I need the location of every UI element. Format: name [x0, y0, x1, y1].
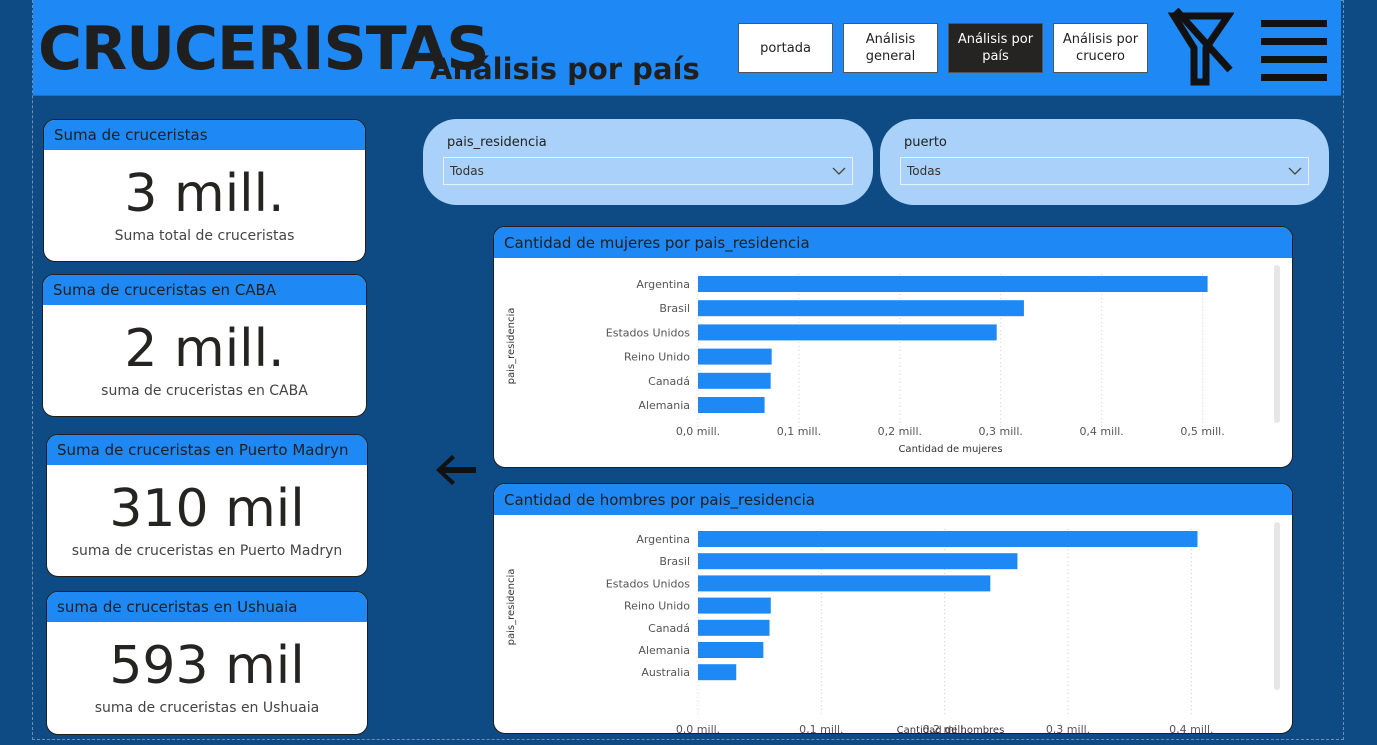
kpi-card-label: suma de cruceristas en CABA — [101, 383, 308, 399]
chart-hombres-por-pais: Cantidad de hombres por pais_residencia … — [493, 483, 1293, 734]
kpi-card-value: 2 mill. — [124, 319, 285, 379]
chart-title: Cantidad de hombres por pais_residencia — [494, 484, 1292, 515]
x-tick-label: 0,4 mill. — [1169, 723, 1213, 734]
bar-reino-unido — [698, 597, 771, 614]
kpi-card-total: Suma de cruceristas 3 mill. Suma total d… — [43, 119, 366, 262]
slicer-dropdown-puerto[interactable]: Todas — [900, 157, 1309, 185]
kpi-card-value: 310 mil — [109, 479, 305, 539]
x-tick-label: 0,3 mill. — [979, 425, 1023, 438]
kpi-card-caba: Suma de cruceristas en CABA 2 mill. suma… — [42, 274, 367, 417]
kpi-card-label: suma de cruceristas en Ushuaia — [94, 700, 320, 716]
bar-argentina — [698, 276, 1208, 292]
slicer-title: pais_residencia — [447, 135, 547, 150]
bar-alemania — [698, 397, 765, 413]
x-axis-title: Cantidad de hombres — [897, 725, 1005, 734]
bar-argentina — [698, 531, 1198, 547]
y-category-label: Reino Unido — [624, 351, 690, 364]
x-axis-title: Cantidad de mujeres — [898, 444, 1002, 455]
slicer-value: Todas — [907, 164, 941, 178]
x-tick-label: 0,2 mill. — [878, 425, 922, 438]
kpi-card-ushuaia: suma de cruceristas en Ushuaia 593 mil s… — [46, 591, 368, 735]
slicer-title: puerto — [904, 135, 947, 150]
y-category-label: Argentina — [636, 533, 690, 546]
slicer-value: Todas — [450, 164, 484, 178]
kpi-card-title: Suma de cruceristas — [44, 120, 365, 150]
bar-reino-unido — [698, 348, 772, 365]
x-tick-label: 0,0 mill. — [676, 723, 720, 734]
y-axis-title: pais_residencia — [506, 308, 517, 385]
nav-button-portada[interactable]: portada — [738, 23, 833, 73]
x-tick-label: 0,1 mill. — [777, 425, 821, 438]
bar-brasil — [698, 300, 1024, 317]
x-tick-label: 0,4 mill. — [1079, 425, 1123, 438]
nav-button-analisis-general[interactable]: Análisis general — [843, 23, 938, 73]
kpi-card-value: 3 mill. — [124, 164, 285, 224]
y-category-label: Reino Unido — [624, 600, 690, 613]
chart-plot: 0,0 mill. 0,1 mill. 0,2 mill. 0,3 mill. 0,4 … — [506, 274, 1225, 455]
hamburger-menu-icon[interactable] — [1261, 18, 1327, 82]
slicer-pais-residencia: pais_residencia Todas — [423, 119, 873, 205]
y-category-label: Alemania — [638, 644, 690, 657]
kpi-card-label: suma de cruceristas en Puerto Madryn — [71, 543, 343, 559]
x-tick-label: 0,1 mill. — [799, 723, 843, 734]
x-tick-label: 0,0 mill. — [676, 425, 720, 438]
y-category-label: Estados Unidos — [606, 326, 690, 339]
slicer-puerto: puerto Todas — [880, 119, 1329, 205]
x-tick-label: 0,3 mill. — [1046, 723, 1090, 734]
page-subtitle: Análisis por país — [430, 52, 700, 86]
kpi-card-title: Suma de cruceristas en Puerto Madryn — [47, 435, 367, 465]
y-category-label: Australia — [641, 666, 690, 679]
back-arrow-icon[interactable] — [436, 452, 476, 488]
bar-australia — [698, 664, 737, 681]
y-category-label: Estados Unidos — [606, 577, 690, 590]
y-category-label: Brasil — [659, 555, 690, 568]
y-category-label: Brasil — [659, 302, 690, 315]
chart-scrollbar[interactable] — [1274, 522, 1280, 690]
bar-canadá — [698, 372, 771, 389]
y-axis-title: pais_residencia — [506, 569, 517, 646]
bar-canadá — [698, 619, 770, 636]
bar-brasil — [698, 553, 1018, 570]
clear-filter-icon[interactable] — [1168, 8, 1234, 86]
kpi-card-puerto-madryn: Suma de cruceristas en Puerto Madryn 310… — [46, 434, 368, 577]
kpi-card-title: Suma de cruceristas en CABA — [43, 275, 366, 305]
y-category-label: Canadá — [648, 622, 690, 635]
chevron-down-icon — [832, 167, 846, 175]
chart-scrollbar[interactable] — [1274, 265, 1280, 423]
bar-estados-unidos — [698, 575, 991, 592]
chevron-down-icon — [1288, 167, 1302, 175]
kpi-card-label: Suma total de cruceristas — [114, 228, 295, 244]
chart-plot: 0,0 mill. 0,1 mill. 0,2 mill. 0,3 mill. 0,4 … — [506, 529, 1214, 734]
x-tick-label: 0,5 mill. — [1180, 425, 1224, 438]
kpi-card-title: suma de cruceristas en Ushuaia — [47, 592, 367, 622]
slicer-dropdown-pais-residencia[interactable]: Todas — [443, 157, 853, 185]
bar-alemania — [698, 642, 764, 658]
y-category-label: Alemania — [638, 399, 690, 412]
page-title: CRUCERISTAS — [38, 14, 490, 84]
y-category-label: Argentina — [636, 278, 690, 291]
nav-button-analisis-por-pais[interactable]: Análisis por país — [948, 23, 1043, 73]
nav-button-analisis-por-crucero[interactable]: Análisis por crucero — [1053, 23, 1148, 73]
kpi-card-value: 593 mil — [109, 636, 305, 696]
chart-title: Cantidad de mujeres por pais_residencia — [494, 227, 1292, 258]
y-category-label: Canadá — [648, 375, 690, 388]
bar-estados-unidos — [698, 324, 997, 341]
chart-mujeres-por-pais: Cantidad de mujeres por pais_residencia … — [493, 226, 1293, 468]
